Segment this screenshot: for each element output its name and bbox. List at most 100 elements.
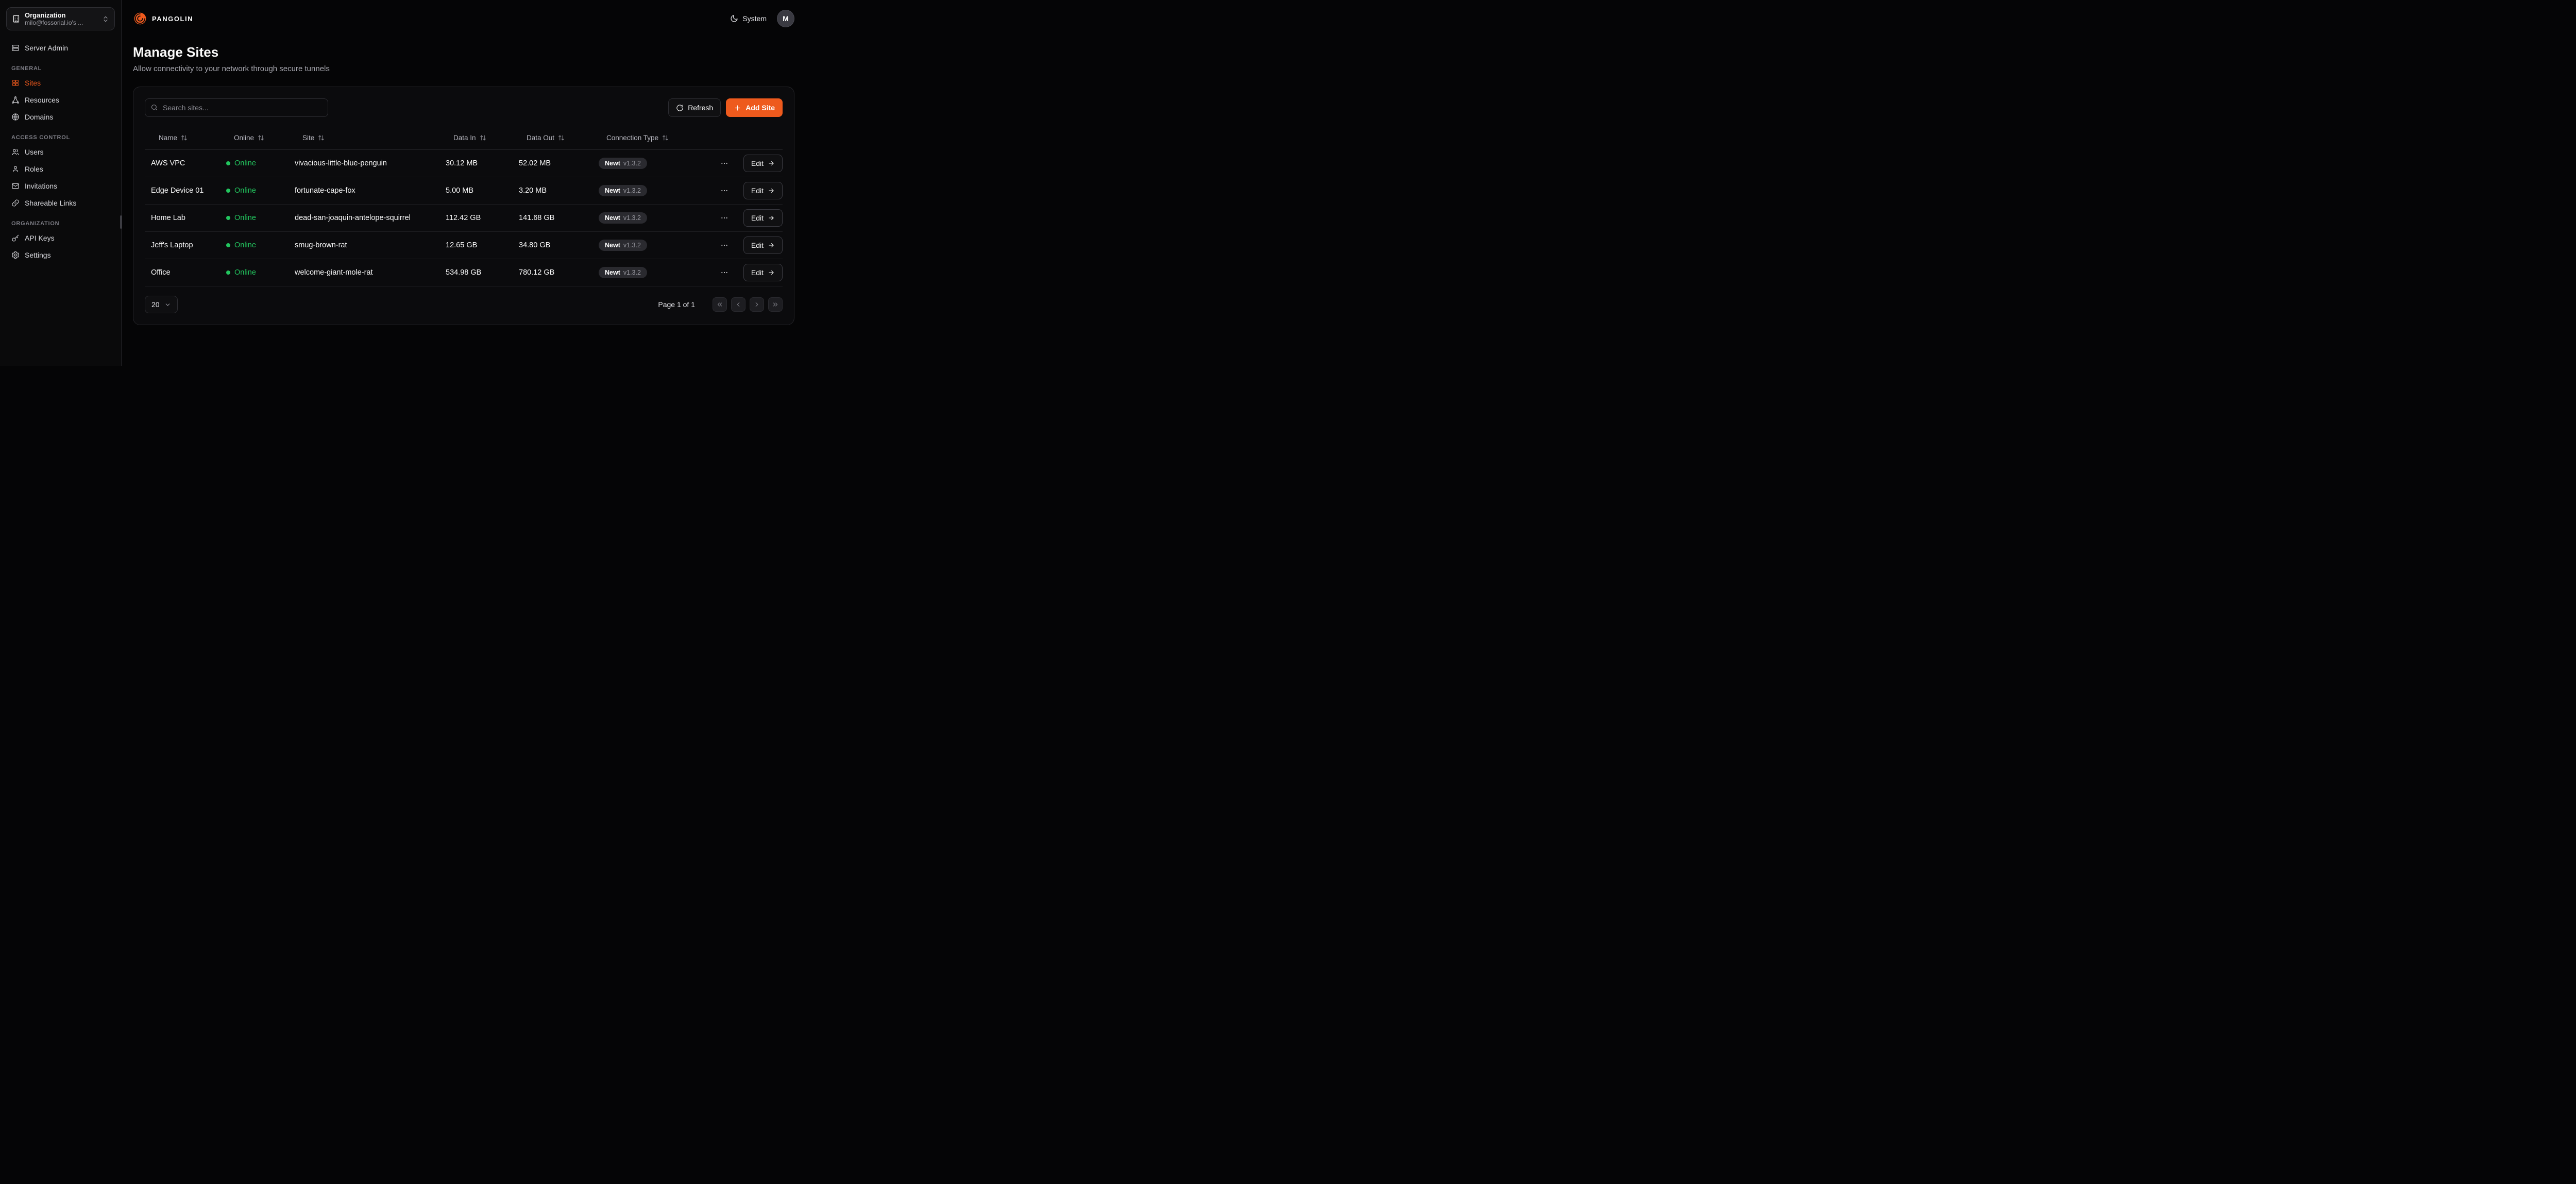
plus-icon [734,104,741,112]
add-site-button[interactable]: Add Site [726,98,783,117]
sidebar-item-api-keys[interactable]: API Keys [6,230,115,246]
table-row: AWS VPC Online vivacious-little-blue-pen… [145,150,783,177]
row-actions-button[interactable] [717,265,732,280]
column-header-name[interactable]: Name [145,133,220,142]
pagination-buttons [713,297,783,312]
connection-version: v1.3.2 [623,187,641,194]
column-label: Site [302,134,314,142]
column-label: Data In [453,134,476,142]
theme-toggle[interactable]: System [730,14,767,23]
arrow-right-icon [768,269,775,276]
column-header-connection-type[interactable]: Connection Type [592,133,711,142]
arrow-right-icon [768,187,775,194]
mail-icon [11,182,20,190]
edit-label: Edit [751,187,764,195]
org-selector[interactable]: Organization milo@fossorial.io's ... [6,7,115,30]
connection-type-cell: Newtv1.3.2 [592,267,711,278]
status-label: Online [234,241,256,249]
first-page-button[interactable] [713,297,727,312]
edit-button[interactable]: Edit [743,264,783,281]
pagination: Page 1 of 1 [658,297,783,312]
edit-button[interactable]: Edit [743,236,783,254]
key-icon [11,234,20,242]
topbar-right: System M [730,10,794,27]
sidebar-item-shareable-links[interactable]: Shareable Links [6,195,115,211]
avatar[interactable]: M [777,10,794,27]
user-role-icon [11,165,20,173]
sidebar-item-domains[interactable]: Domains [6,109,115,125]
connection-badge: Newtv1.3.2 [599,267,647,278]
connection-name: Newt [605,214,620,222]
edit-label: Edit [751,241,764,249]
add-site-label: Add Site [745,104,775,112]
data-out-cell: 780.12 GB [513,268,592,277]
sidebar-section-organization: Organization [11,221,110,227]
online-dot [226,189,230,193]
column-header-data-out[interactable]: Data Out [513,133,592,142]
edit-button[interactable]: Edit [743,155,783,172]
table-row: Edge Device 01 Online fortunate-cape-fox… [145,177,783,205]
page-indicator: Page 1 of 1 [658,300,695,309]
connection-type-cell: Newtv1.3.2 [592,158,711,169]
edit-label: Edit [751,159,764,167]
sidebar-item-label: Server Admin [25,44,68,52]
theme-label: System [742,14,767,23]
status-cell: Online [220,268,289,277]
refresh-button[interactable]: Refresh [668,98,721,117]
online-dot [226,161,230,165]
tunnel-name-cell: smug-brown-rat [289,241,439,249]
arrow-right-icon [768,242,775,249]
connection-badge: Newtv1.3.2 [599,185,647,196]
chevron-right-icon [753,301,760,308]
sidebar-item-resources[interactable]: Resources [6,92,115,108]
sidebar-section-access-control: Access Control [11,134,110,141]
tunnel-name-cell: vivacious-little-blue-penguin [289,159,439,167]
sidebar-item-users[interactable]: Users [6,144,115,160]
online-dot [226,243,230,247]
sidebar-item-sites[interactable]: Sites [6,75,115,91]
table-row: Home Lab Online dead-san-joaquin-antelop… [145,205,783,232]
toolbar-actions: Refresh Add Site [668,98,783,117]
sidebar-item-roles[interactable]: Roles [6,161,115,177]
row-actions-button[interactable] [717,238,732,253]
column-header-site[interactable]: Site [289,133,439,142]
status-cell: Online [220,187,289,195]
chevrons-up-down-icon [102,15,109,23]
data-in-cell: 5.00 MB [439,187,513,195]
page-size-select[interactable]: 20 [145,296,178,313]
last-page-button[interactable] [768,297,783,312]
sidebar-item-invitations[interactable]: Invitations [6,178,115,194]
org-subtitle: milo@fossorial.io's ... [25,19,98,26]
previous-page-button[interactable] [731,297,745,312]
sidebar: Organization milo@fossorial.io's ... Ser… [0,0,122,366]
row-actions-button[interactable] [717,210,732,226]
brand-text: PANGOLIN [152,15,193,23]
column-header-online[interactable]: Online [220,133,289,142]
column-label: Connection Type [606,134,658,142]
edit-button[interactable]: Edit [743,182,783,199]
row-actions-button[interactable] [717,183,732,198]
data-out-cell: 3.20 MB [513,187,592,195]
sidebar-item-label: API Keys [25,234,55,242]
next-page-button[interactable] [750,297,764,312]
row-actions-button[interactable] [717,156,732,171]
data-in-cell: 534.98 GB [439,268,513,277]
sort-icon [558,134,565,141]
brand[interactable]: PANGOLIN [133,11,193,26]
sidebar-item-label: Invitations [25,182,57,190]
connection-type-cell: Newtv1.3.2 [592,185,711,196]
sidebar-item-settings[interactable]: Settings [6,247,115,263]
moon-icon [730,14,738,23]
sidebar-item-server-admin[interactable]: Server Admin [6,40,115,56]
connection-name: Newt [605,160,620,167]
sidebar-resize-handle[interactable] [120,215,122,229]
sidebar-item-label: Shareable Links [25,199,76,207]
column-header-data-in[interactable]: Data In [439,133,513,142]
sidebar-item-label: Users [25,148,44,156]
site-name-cell: Home Lab [145,214,220,222]
arrow-right-icon [768,160,775,167]
edit-button[interactable]: Edit [743,209,783,227]
search-input[interactable] [145,98,328,117]
connection-name: Newt [605,269,620,276]
sort-icon [662,134,669,141]
